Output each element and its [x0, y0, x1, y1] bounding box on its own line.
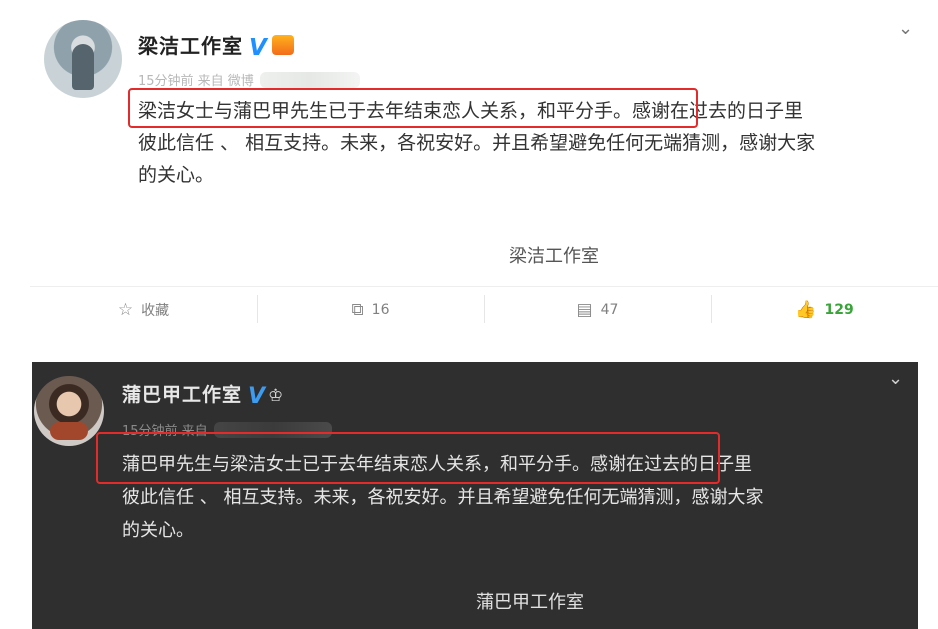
post-signature: 蒲巴甲工作室: [476, 592, 584, 613]
weibo-post-liangjie: 梁洁工作室 V 15分钟前 来自 微博 ⌄ 梁洁女士与蒲巴甲先生已于去年结束恋人关…: [0, 0, 938, 350]
repost-count: 16: [371, 301, 390, 318]
star-icon: ☆: [117, 299, 134, 320]
chevron-down-icon[interactable]: ⌄: [888, 368, 903, 389]
post-body-line3: 的关心。: [138, 164, 215, 186]
weibo-post-pubajia: 蒲巴甲工作室 V ♔ 15分钟前 来自 ⌄ 蒲巴甲先生与梁洁女士已于去年结束恋人关系…: [32, 362, 918, 629]
account-name[interactable]: 蒲巴甲工作室: [122, 384, 242, 406]
avatar[interactable]: [34, 376, 104, 446]
favorite-label: 收藏: [141, 302, 170, 319]
verified-badge-icon: V: [249, 35, 268, 61]
post-body-line2: 彼此信任 、 相互支持。未来，各祝安好。并且希望避免任何无端猜测，感谢大家: [138, 132, 816, 154]
vip-badge-icon: [271, 35, 294, 55]
post-action-bar: ☆ 收藏 ⧉ 16 ▤ 47 👍 129: [30, 286, 938, 332]
verified-badge-icon: V: [248, 384, 267, 409]
account-name-row: 蒲巴甲工作室 V ♔: [122, 380, 284, 409]
red-highlight-box: [128, 88, 698, 128]
crown-icon: ♔: [268, 386, 285, 406]
blurred-source: [259, 72, 360, 88]
red-highlight-box: [96, 432, 720, 484]
repost-button[interactable]: ⧉ 16: [257, 287, 484, 332]
post-body-line3: 的关心。: [122, 520, 194, 541]
thumbs-up-icon: 👍: [795, 299, 817, 320]
like-button[interactable]: 👍 129: [711, 287, 938, 332]
chevron-down-icon[interactable]: ⌄: [898, 18, 913, 39]
post-body-line2: 彼此信任 、 相互支持。未来，各祝安好。并且希望避免任何无端猜测，感谢大家: [122, 487, 764, 508]
avatar-figure: [72, 44, 94, 90]
favorite-button[interactable]: ☆ 收藏: [30, 287, 257, 332]
account-name-row: 梁洁工作室 V: [138, 30, 294, 61]
avatar[interactable]: [44, 20, 122, 98]
comment-button[interactable]: ▤ 47: [484, 287, 711, 332]
comment-count: 47: [600, 301, 619, 318]
post-time-source: 15分钟前 来自 微博: [138, 74, 254, 89]
share-icon: ⧉: [351, 299, 364, 320]
like-count: 129: [824, 301, 854, 318]
post-signature: 梁洁工作室: [509, 246, 599, 267]
comment-icon: ▤: [576, 299, 593, 320]
post-meta: 15分钟前 来自 微博: [138, 70, 360, 89]
avatar-scarf: [50, 422, 88, 440]
account-name[interactable]: 梁洁工作室: [138, 34, 243, 58]
